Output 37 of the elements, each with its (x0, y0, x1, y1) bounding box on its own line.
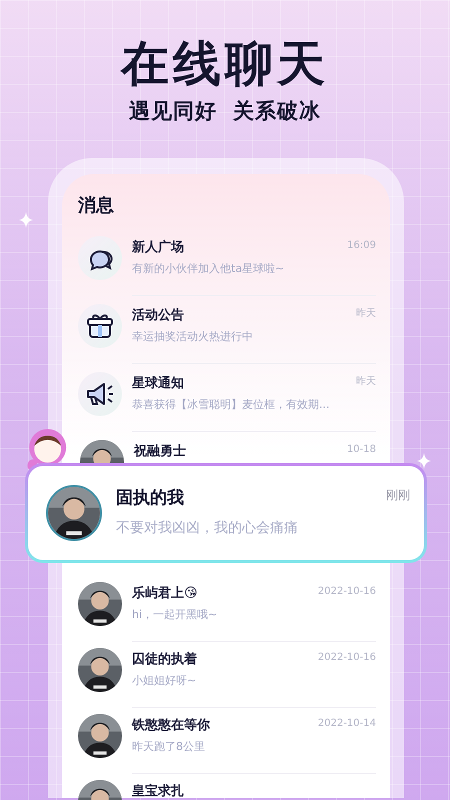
message-time: 2022-10-14 (318, 716, 376, 730)
message-time: 昨天 (356, 306, 376, 320)
message-preview: 恭喜获得【冰雪聪明】麦位框，有效期... (132, 397, 330, 413)
message-time: 10-18 (346, 442, 376, 456)
message-time: 2022-10-16 (318, 584, 376, 598)
screen-title: 消息 (76, 194, 115, 218)
message-preview: 幸运抽奖活动火热进行中 (132, 329, 254, 345)
message-row[interactable]: 乐屿君上😘 2022-10-16 hi，一起开黑哦~ (62, 572, 390, 638)
message-preview: 小姐姐好呀~ (132, 673, 198, 689)
contact-name: 固执的我 (116, 487, 184, 510)
message-row[interactable]: 新人广场 16:09 有新的小伙伴加入他ta星球啦~ (62, 226, 390, 294)
message-preview: 昨天跑了8公里 (132, 739, 206, 755)
contact-name: 新人广场 (132, 238, 184, 256)
message-row[interactable]: 星球通知 昨天 恭喜获得【冰雪聪明】麦位框，有效期... (62, 362, 390, 430)
contact-name: 星球通知 (132, 374, 184, 392)
message-preview: hi，一起开黑哦~ (132, 607, 218, 623)
message-preview: 不要对我凶凶，我的心会痛痛 (116, 518, 299, 538)
message-row[interactable]: 铁憨憨在等你 2022-10-14 昨天跑了8公里 (62, 704, 390, 770)
message-time: 昨天 (356, 374, 376, 388)
contact-name: 祝融勇士 (134, 442, 186, 460)
sparkle-icon (19, 212, 33, 228)
message-time: 刚刚 (386, 487, 410, 504)
contact-name: 囚徒的执着 (132, 650, 197, 668)
message-row[interactable]: 囚徒的执着 2022-10-16 小姐姐好呀~ (62, 638, 390, 704)
contact-name: 乐屿君上😘 (132, 584, 198, 602)
sparkle-icon (417, 453, 431, 469)
tagline: 关系破冰 (233, 98, 321, 125)
headline: 在线聊天 (119, 35, 330, 88)
contact-name: 铁憨憨在等你 (132, 716, 210, 734)
contact-name: 活动公告 (132, 306, 184, 324)
message-row[interactable]: 皇宝求扎 (62, 770, 390, 800)
message-preview: 有新的小伙伴加入他ta星球啦~ (132, 261, 286, 277)
tagline: 遇见同好 (129, 98, 217, 125)
message-time: 16:09 (347, 238, 376, 252)
contact-name: 皇宝求扎 (132, 782, 184, 800)
message-time: 2022-10-16 (318, 650, 376, 664)
message-row[interactable]: 活动公告 昨天 幸运抽奖活动火热进行中 (62, 294, 390, 362)
